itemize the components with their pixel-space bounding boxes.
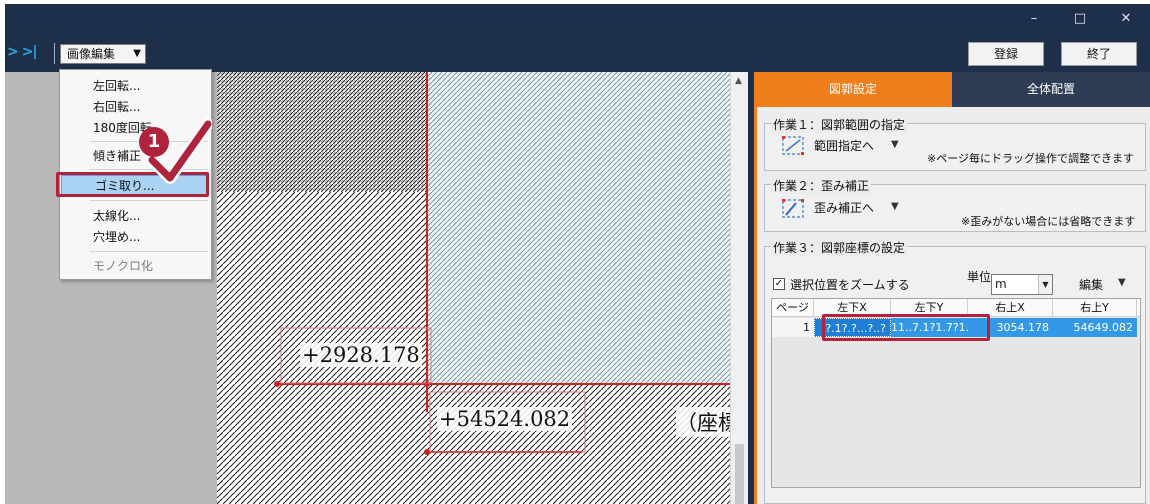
cell-page: 1 bbox=[772, 318, 814, 337]
menu-item-fill-holes[interactable]: 穴埋め... bbox=[60, 227, 211, 247]
chevron-down-icon: ▼ bbox=[891, 139, 899, 150]
tab-overall-layout[interactable]: 全体配置 bbox=[952, 72, 1150, 107]
task3-title: 作業３：図郭座標の設定 bbox=[771, 239, 908, 256]
image-edit-menu-button[interactable]: 画像編集 ▼ bbox=[60, 44, 146, 64]
menu-separator bbox=[90, 251, 208, 252]
chevron-down-icon: ▼ bbox=[133, 48, 141, 59]
menu-item-monochrome: モノクロ化 bbox=[93, 259, 154, 273]
image-viewport[interactable] bbox=[217, 72, 730, 504]
chevron-down-icon[interactable]: ▼ bbox=[1118, 277, 1126, 288]
toolbar-separator bbox=[54, 43, 55, 64]
task2-note: ※歪みがない場合には省略できます bbox=[961, 215, 1136, 228]
unit-select[interactable]: m ▼ bbox=[991, 274, 1053, 295]
distortion-correct-icon bbox=[782, 199, 804, 218]
task1-note: ※ページ毎にドラッグ操作で調整できます bbox=[927, 152, 1134, 165]
menu-item-thicken-lines[interactable]: 太線化... bbox=[60, 206, 211, 226]
cell-upper-right-y[interactable]: 54649.082 bbox=[1053, 318, 1137, 337]
register-button[interactable]: 登録 bbox=[968, 42, 1044, 66]
unit-select-value: m bbox=[995, 277, 1007, 291]
step-number-badge: 1 bbox=[139, 127, 169, 157]
edit-menu-label[interactable]: 編集 bbox=[1079, 276, 1103, 293]
distortion-correct-label: 歪み補正へ bbox=[814, 201, 875, 215]
tab-frame-settings[interactable]: 図郭設定 bbox=[754, 72, 952, 107]
scroll-up-icon[interactable]: ▲ bbox=[735, 76, 742, 86]
settings-panel: 図郭設定 全体配置 作業１：図郭範囲の指定 範囲指定へ ▼ ※ページ毎にドラッグ… bbox=[754, 72, 1150, 504]
unit-label: 単位 bbox=[967, 270, 992, 284]
column-header-page: ページ bbox=[772, 299, 814, 317]
zoom-checkbox-label: 選択位置をズームする bbox=[790, 278, 910, 292]
menu-separator bbox=[90, 200, 208, 201]
cell-highlight-frame bbox=[822, 314, 990, 341]
range-select-icon bbox=[782, 136, 804, 155]
task1-group: 作業１：図郭範囲の指定 範囲指定へ ▼ ※ページ毎にドラッグ操作で調整できます bbox=[764, 116, 1146, 171]
tab-content: 作業１：図郭範囲の指定 範囲指定へ ▼ ※ページ毎にドラッグ操作で調整できます … bbox=[754, 107, 1150, 504]
task1-title: 作業１：図郭範囲の指定 bbox=[771, 116, 908, 133]
task2-title: 作業２：歪み補正 bbox=[771, 177, 872, 194]
minimize-button[interactable]: – bbox=[1011, 4, 1057, 35]
coord-y-label: +54524.082 bbox=[437, 407, 573, 431]
panel-toggle-icon[interactable]: > >| bbox=[7, 44, 37, 60]
menu-item-rotate-left[interactable]: 左回転... bbox=[60, 76, 211, 96]
map-image bbox=[217, 72, 730, 504]
range-select-label: 範囲指定へ bbox=[814, 139, 875, 153]
vertical-scrollbar[interactable]: ▲ bbox=[730, 72, 748, 504]
zoom-checkbox[interactable]: ✓ bbox=[773, 278, 785, 290]
chevron-down-icon[interactable]: ▼ bbox=[1038, 275, 1052, 294]
end-button[interactable]: 終了 bbox=[1061, 42, 1137, 66]
menu-item-rotate-right[interactable]: 右回転... bbox=[60, 97, 211, 117]
image-edit-menu-label: 画像編集 bbox=[67, 47, 116, 61]
toolbar: > >| 画像編集 ▼ 登録 終了 bbox=[5, 35, 1150, 72]
coord-x-label: +2928.178 bbox=[300, 343, 422, 367]
task3-group: 作業３：図郭座標の設定 ✓ 選択位置をズームする 単位 m ▼ 編集 ▼ ページ… bbox=[764, 239, 1146, 504]
task2-group: 作業２：歪み補正 歪み補正へ ▼ ※歪みがない場合には省略できます bbox=[764, 177, 1146, 232]
coordinate-table: ページ 左下X 左下Y 右上X 右上Y 1 ?.1?.?...?..? 11..… bbox=[771, 298, 1141, 488]
scroll-thumb[interactable] bbox=[735, 444, 744, 504]
title-bar: – □ ✕ bbox=[5, 4, 1150, 35]
maximize-button[interactable]: □ bbox=[1057, 4, 1103, 35]
column-header-upper-right-y: 右上Y bbox=[1053, 299, 1137, 317]
close-button[interactable]: ✕ bbox=[1103, 4, 1149, 35]
chevron-down-icon: ▼ bbox=[891, 201, 899, 212]
